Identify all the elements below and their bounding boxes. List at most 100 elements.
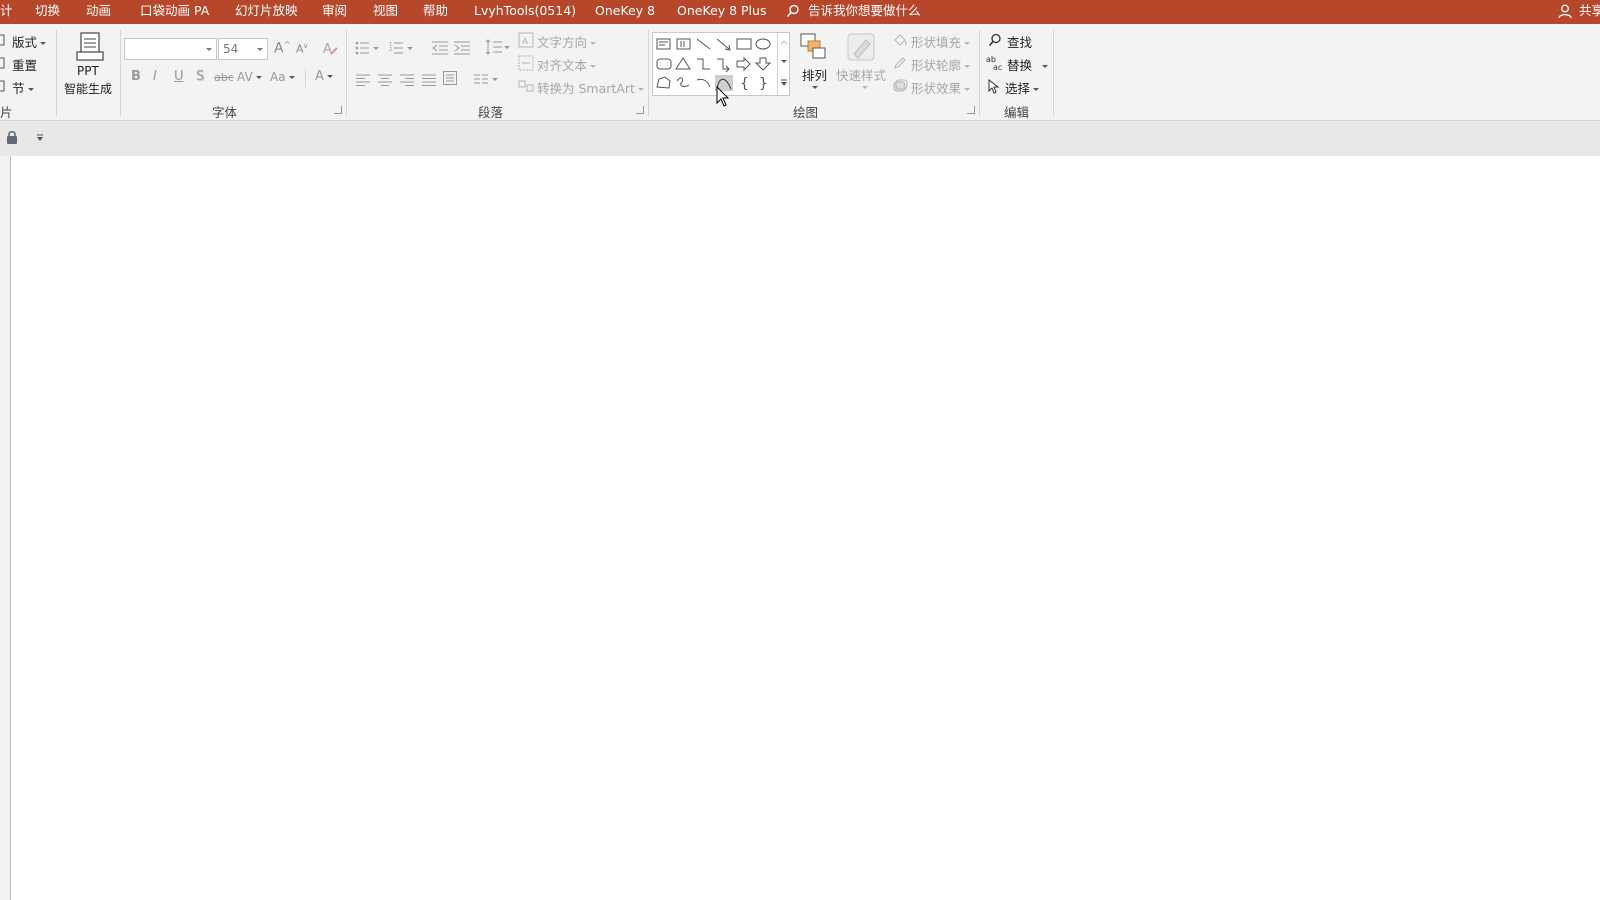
- font-dialog-launcher[interactable]: [334, 106, 342, 114]
- reset-button[interactable]: 重置: [0, 55, 37, 74]
- tell-me-box[interactable]: 告诉我你想要做什么: [786, 0, 921, 24]
- bold-button[interactable]: B: [131, 69, 141, 84]
- tab-slide-show[interactable]: 幻灯片放映: [235, 0, 298, 24]
- columns-button[interactable]: [474, 71, 500, 90]
- share-button[interactable]: 共享: [1558, 0, 1600, 24]
- align-right-button[interactable]: [400, 71, 414, 90]
- justify-button[interactable]: [422, 71, 436, 90]
- chevron-down-icon[interactable]: [257, 48, 263, 51]
- shrink-font-button[interactable]: Av: [296, 42, 308, 56]
- columns-icon: [474, 74, 498, 84]
- section-button[interactable]: 节: [0, 78, 34, 97]
- char-spacing-button[interactable]: AV: [237, 70, 262, 84]
- select-button[interactable]: 选择: [988, 78, 1040, 97]
- chevron-down-icon: [288, 76, 295, 79]
- gallery-scrollbar[interactable]: [777, 33, 790, 95]
- align-left-button[interactable]: [356, 71, 370, 90]
- align-center-button[interactable]: [378, 71, 392, 90]
- layout-icon: [0, 34, 5, 46]
- font-color-button[interactable]: A: [315, 69, 333, 84]
- ppt-ai-button[interactable]: PPT 智能生成: [60, 30, 118, 96]
- char-spacing-icon: AV: [237, 70, 253, 84]
- chevron-down-icon: [1042, 65, 1049, 68]
- svg-text:ac: ac: [993, 63, 1002, 71]
- group-divider: [346, 30, 347, 116]
- text-direction-button[interactable]: A 文字方向: [518, 32, 597, 51]
- tell-me-text: 告诉我你想要做什么: [808, 3, 921, 18]
- reset-icon: [0, 57, 5, 69]
- distributed-icon: [443, 71, 457, 85]
- vertical-textbox-shape-icon: [676, 38, 691, 50]
- shape-fill-label: 形状填充: [911, 35, 962, 50]
- font-color-icon: A: [315, 69, 324, 84]
- align-left-icon: [356, 74, 370, 86]
- tab-onekey8-plus[interactable]: OneKey 8 Plus: [677, 0, 766, 24]
- ppt-ai-line2: 智能生成: [64, 82, 113, 96]
- tab-onekey8[interactable]: OneKey 8: [595, 0, 655, 24]
- ribbon-tab-bar: 计 切换 动画 口袋动画 PA 幻灯片放映 审阅 视图 帮助 LvyhTools…: [0, 0, 1600, 24]
- tab-lvyhtools[interactable]: LvyhTools(0514): [474, 0, 576, 24]
- tab-help[interactable]: 帮助: [423, 0, 448, 24]
- convert-smartart-label: 转换为 SmartArt: [537, 81, 635, 96]
- align-text-button[interactable]: 对齐文本: [518, 55, 597, 74]
- chevron-down-icon: [862, 86, 868, 89]
- font-size-value: 54: [223, 42, 239, 56]
- font-name-input[interactable]: [124, 38, 217, 60]
- chevron-down-icon: [964, 88, 971, 91]
- tab-design-partial[interactable]: 计: [0, 0, 13, 24]
- change-case-button[interactable]: Aa: [270, 70, 295, 84]
- tab-view[interactable]: 视图: [373, 0, 398, 24]
- arrange-button[interactable]: 排列: [798, 32, 830, 96]
- convert-smartart-button[interactable]: 转换为 SmartArt: [518, 78, 644, 97]
- slide-canvas[interactable]: [10, 156, 1600, 900]
- tab-pocket-animation[interactable]: 口袋动画 PA: [140, 0, 209, 24]
- text-direction-label: 文字方向: [537, 35, 588, 50]
- bullets-button[interactable]: [355, 40, 381, 59]
- elbow-arrow-connector-shape-icon: [717, 58, 730, 73]
- align-right-icon: [400, 74, 414, 86]
- person-icon: [1558, 4, 1572, 19]
- shape-effects-button[interactable]: 形状效果: [892, 78, 971, 97]
- line-spacing-button[interactable]: [485, 39, 511, 59]
- increase-indent-icon: [454, 41, 470, 55]
- shape-fill-button[interactable]: 形状填充: [892, 32, 971, 51]
- clear-format-button[interactable]: A: [322, 40, 338, 60]
- svg-text:A: A: [323, 42, 332, 56]
- rounded-rectangle-shape-icon: [656, 58, 672, 70]
- increase-indent-button[interactable]: [454, 40, 470, 59]
- scroll-down-icon: [781, 60, 787, 63]
- decrease-indent-button[interactable]: [432, 40, 448, 59]
- paragraph-dialog-launcher[interactable]: [636, 106, 644, 114]
- lock-icon[interactable]: [6, 130, 18, 144]
- arrow-line-shape-icon: [716, 38, 731, 51]
- svg-text:A: A: [522, 37, 529, 47]
- chevron-down-icon: [255, 76, 262, 79]
- group-divider: [1053, 30, 1054, 116]
- arc-shape-icon: [696, 78, 711, 88]
- shape-effects-icon: [893, 79, 908, 92]
- shadow-button[interactable]: S: [196, 69, 204, 84]
- chevron-down-icon: [812, 86, 818, 89]
- drawing-dialog-launcher[interactable]: [967, 106, 975, 114]
- shape-outline-button[interactable]: 形状轮廓: [892, 55, 971, 74]
- chevron-down-icon[interactable]: [206, 48, 212, 51]
- document-ai-icon: [76, 32, 104, 61]
- tab-animations[interactable]: 动画: [86, 0, 111, 24]
- align-text-label: 对齐文本: [537, 58, 588, 73]
- find-button[interactable]: 查找: [988, 32, 1032, 51]
- replace-button[interactable]: ab ac 替换: [986, 55, 1049, 74]
- chevron-down-icon: [1033, 88, 1040, 91]
- grow-font-button[interactable]: A^: [274, 40, 290, 57]
- quick-styles-button[interactable]: 快速样式: [836, 32, 888, 96]
- customize-toolbar-icon[interactable]: [36, 134, 44, 142]
- italic-button[interactable]: I: [153, 69, 157, 84]
- layout-button[interactable]: 版式: [0, 32, 47, 51]
- font-size-input[interactable]: 54: [218, 38, 268, 60]
- numbering-button[interactable]: 12: [389, 40, 415, 59]
- tab-review[interactable]: 审阅: [322, 0, 347, 24]
- underline-button[interactable]: U: [174, 69, 184, 84]
- tab-transitions[interactable]: 切换: [35, 0, 60, 24]
- strikethrough-button[interactable]: abc: [214, 71, 234, 84]
- distributed-button[interactable]: [443, 70, 457, 89]
- group-divider: [648, 30, 649, 116]
